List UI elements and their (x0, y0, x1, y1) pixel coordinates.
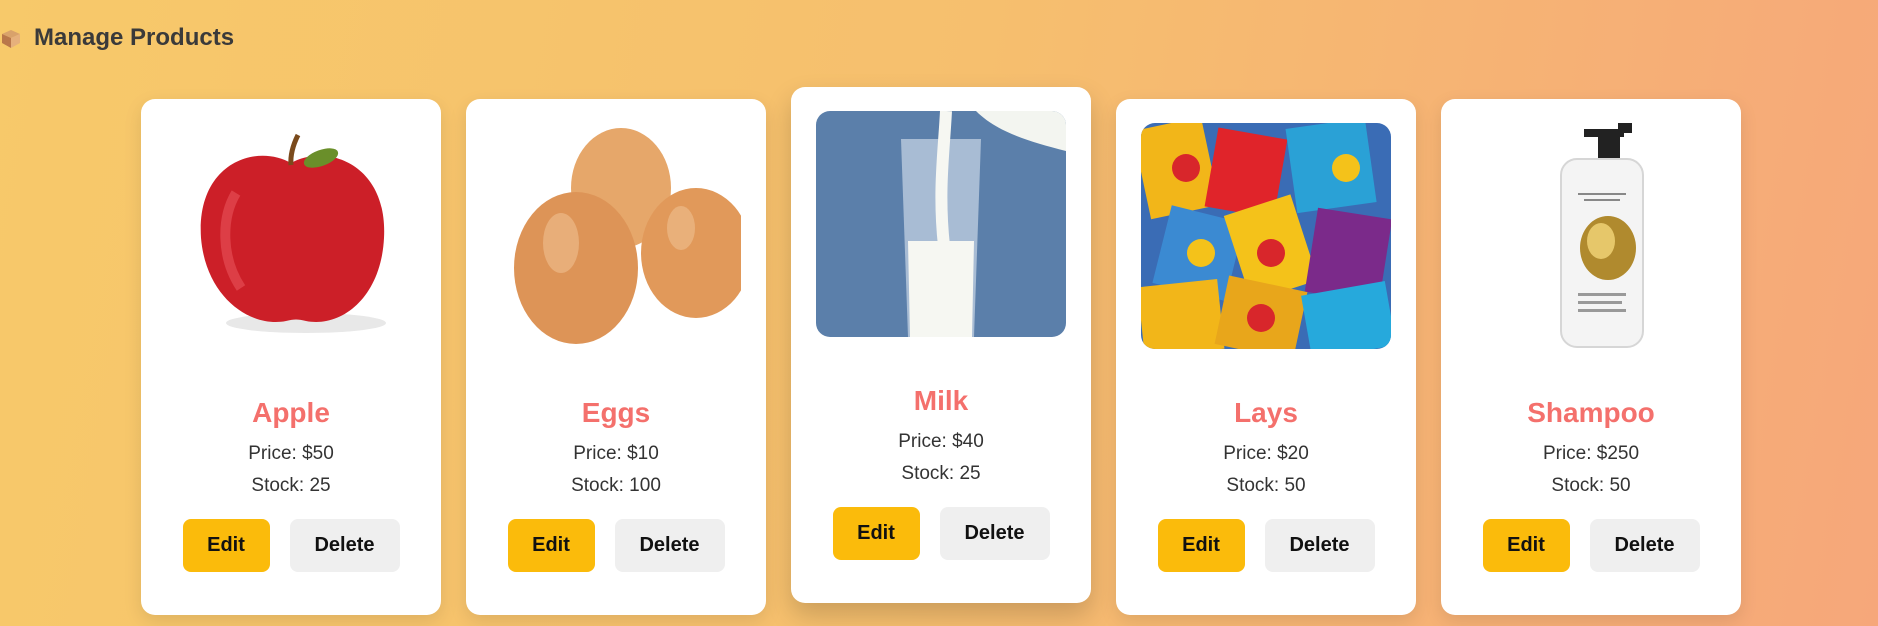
product-stock: Stock: 25 (251, 475, 331, 496)
edit-button[interactable]: Edit (507, 519, 595, 572)
product-price: Price: $50 (248, 443, 334, 464)
product-card-milk: Milk Price: $40 Stock: 25 Edit Delete (791, 87, 1091, 603)
product-stock: Stock: 50 (1226, 475, 1306, 496)
product-actions: Edit Delete (182, 519, 400, 572)
edit-button[interactable]: Edit (1157, 519, 1245, 572)
delete-button[interactable]: Delete (939, 507, 1050, 560)
product-card-apple: Apple Price: $50 Stock: 25 Edit Delete (141, 99, 441, 615)
product-actions: Edit Delete (832, 507, 1050, 560)
product-name: Eggs (581, 397, 651, 428)
delete-button[interactable]: Delete (1589, 519, 1700, 572)
edit-button[interactable]: Edit (1482, 519, 1570, 572)
product-price: Price: $20 (1223, 443, 1309, 464)
product-stock: Stock: 25 (901, 463, 981, 484)
product-price: Price: $40 (898, 431, 984, 452)
product-stock: Stock: 50 (1551, 475, 1631, 496)
delete-button[interactable]: Delete (614, 519, 725, 572)
product-stock: Stock: 100 (571, 475, 661, 496)
product-image-apple (166, 123, 416, 349)
product-actions: Edit Delete (1157, 519, 1375, 572)
product-name: Lays (1234, 397, 1298, 428)
product-card-eggs: Eggs Price: $10 Stock: 100 Edit Delete (466, 99, 766, 615)
delete-button[interactable]: Delete (289, 519, 400, 572)
product-price: Price: $250 (1542, 443, 1640, 464)
edit-button[interactable]: Edit (182, 519, 270, 572)
delete-button[interactable]: Delete (1264, 519, 1375, 572)
product-image-milk (816, 111, 1066, 337)
product-actions: Edit Delete (1482, 519, 1700, 572)
edit-button[interactable]: Edit (832, 507, 920, 560)
product-actions: Edit Delete (507, 519, 725, 572)
product-card-shampoo: Shampoo Price: $250 Stock: 50 Edit Delet… (1441, 99, 1741, 615)
product-price: Price: $10 (573, 443, 659, 464)
product-name: Milk (913, 385, 969, 416)
product-name: Shampoo (1527, 397, 1655, 428)
product-image-eggs (491, 123, 741, 349)
product-card-lays: Lays Price: $20 Stock: 50 Edit Delete (1116, 99, 1416, 615)
product-image-lays (1141, 123, 1391, 349)
product-image-shampoo (1466, 123, 1716, 349)
product-grid: Apple Price: $50 Stock: 25 Edit Delete E… (141, 0, 1741, 626)
product-name: Apple (252, 397, 330, 428)
box-icon (0, 27, 22, 49)
